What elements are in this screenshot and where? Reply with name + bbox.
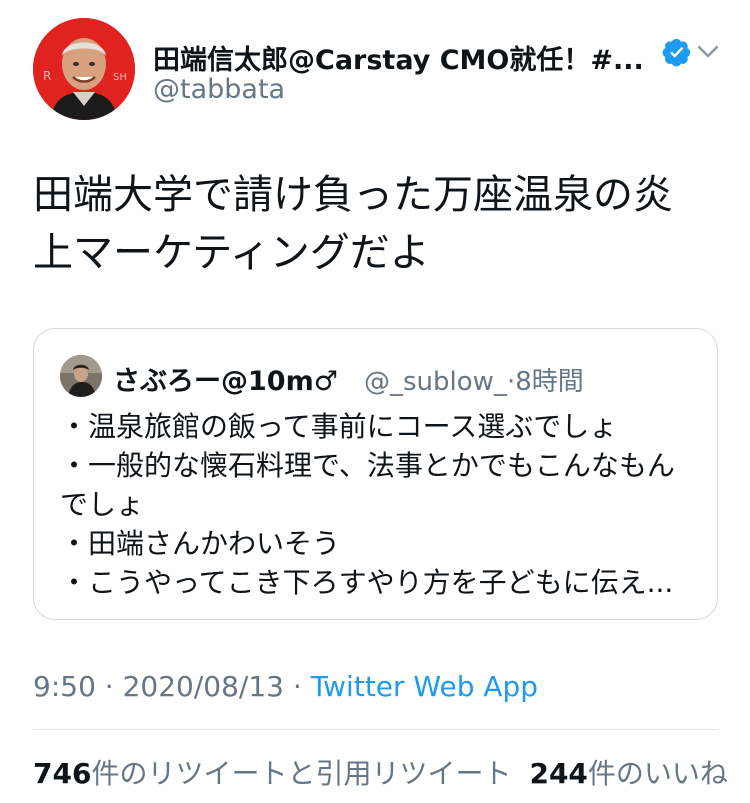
- tweet-meta: 9:50 · 2020/08/13 · Twitter Web App: [33, 670, 538, 703]
- author-avatar[interactable]: R SH: [33, 18, 135, 120]
- retweets-count: 746: [33, 757, 92, 790]
- quoted-display-name: さぶろー@10m♂: [113, 366, 338, 397]
- tweet-text-line: 田端大学で請け負った万座温泉の炎: [33, 172, 673, 218]
- tweet-text: 田端大学で請け負った万座温泉の炎 上マーケティングだよ: [33, 166, 723, 282]
- quoted-text-line: ・温泉旅館の飯って事前にコース選ぶでしょ: [60, 410, 618, 443]
- quoted-text-line: でしょ: [60, 488, 145, 521]
- svg-text:R: R: [43, 69, 51, 83]
- likes-count: 244: [529, 757, 588, 790]
- tweet-detail: R SH 田端信太郎@Carstay CMO就任！#... @tabbata 田…: [0, 0, 750, 803]
- author-handle[interactable]: @tabbata: [153, 74, 285, 105]
- meta-separator: ·: [283, 670, 311, 703]
- quoted-author-avatar: [60, 355, 102, 397]
- quoted-separator: ·: [506, 367, 516, 397]
- likes-stat[interactable]: 244件のいいね: [529, 757, 727, 790]
- quoted-text-line: ・田端さんかわいそう: [60, 527, 341, 560]
- author-display-name[interactable]: 田端信太郎@Carstay CMO就任！#...: [153, 38, 653, 77]
- quoted-profile-photo-icon: [60, 355, 102, 397]
- meta-separator: ·: [95, 670, 123, 703]
- quoted-time: 8時間: [515, 367, 584, 397]
- tweet-time[interactable]: 9:50: [33, 670, 96, 703]
- tweet-text-line: 上マーケティングだよ: [33, 230, 430, 276]
- chevron-down-icon[interactable]: [697, 44, 719, 60]
- retweets-stat[interactable]: 746件のリツイートと引用リツイート: [33, 757, 511, 790]
- quoted-text-line: ・一般的な懐石料理で、法事とかでもこんなもん: [60, 449, 675, 482]
- quoted-tweet-card[interactable]: さぶろー@10m♂ @_sublow_·8時間 ・温泉旅館の飯って事前にコース選…: [33, 328, 718, 620]
- verified-badge-icon: [662, 38, 691, 67]
- svg-text:SH: SH: [113, 72, 127, 83]
- quoted-tweet-text: ・温泉旅館の飯って事前にコース選ぶでしょ ・一般的な懐石料理で、法事とかでもこん…: [60, 407, 700, 602]
- tweet-date[interactable]: 2020/08/13: [123, 670, 284, 703]
- quoted-handle-and-time: @_sublow_·8時間: [364, 361, 584, 398]
- quoted-text-line: ・こうやってこき下ろすやり方を子どもに伝え...: [60, 566, 674, 599]
- tweet-stats: 746件のリツイートと引用リツイート 244件のいいね: [33, 752, 728, 792]
- quoted-handle: @_sublow_: [364, 367, 507, 397]
- tweet-source-link[interactable]: Twitter Web App: [311, 670, 538, 703]
- divider: [33, 729, 718, 730]
- retweets-label: 件のリツイートと引用リツイート: [91, 757, 512, 790]
- likes-label: 件のいいね: [587, 757, 728, 790]
- profile-photo-icon: R SH: [33, 18, 135, 120]
